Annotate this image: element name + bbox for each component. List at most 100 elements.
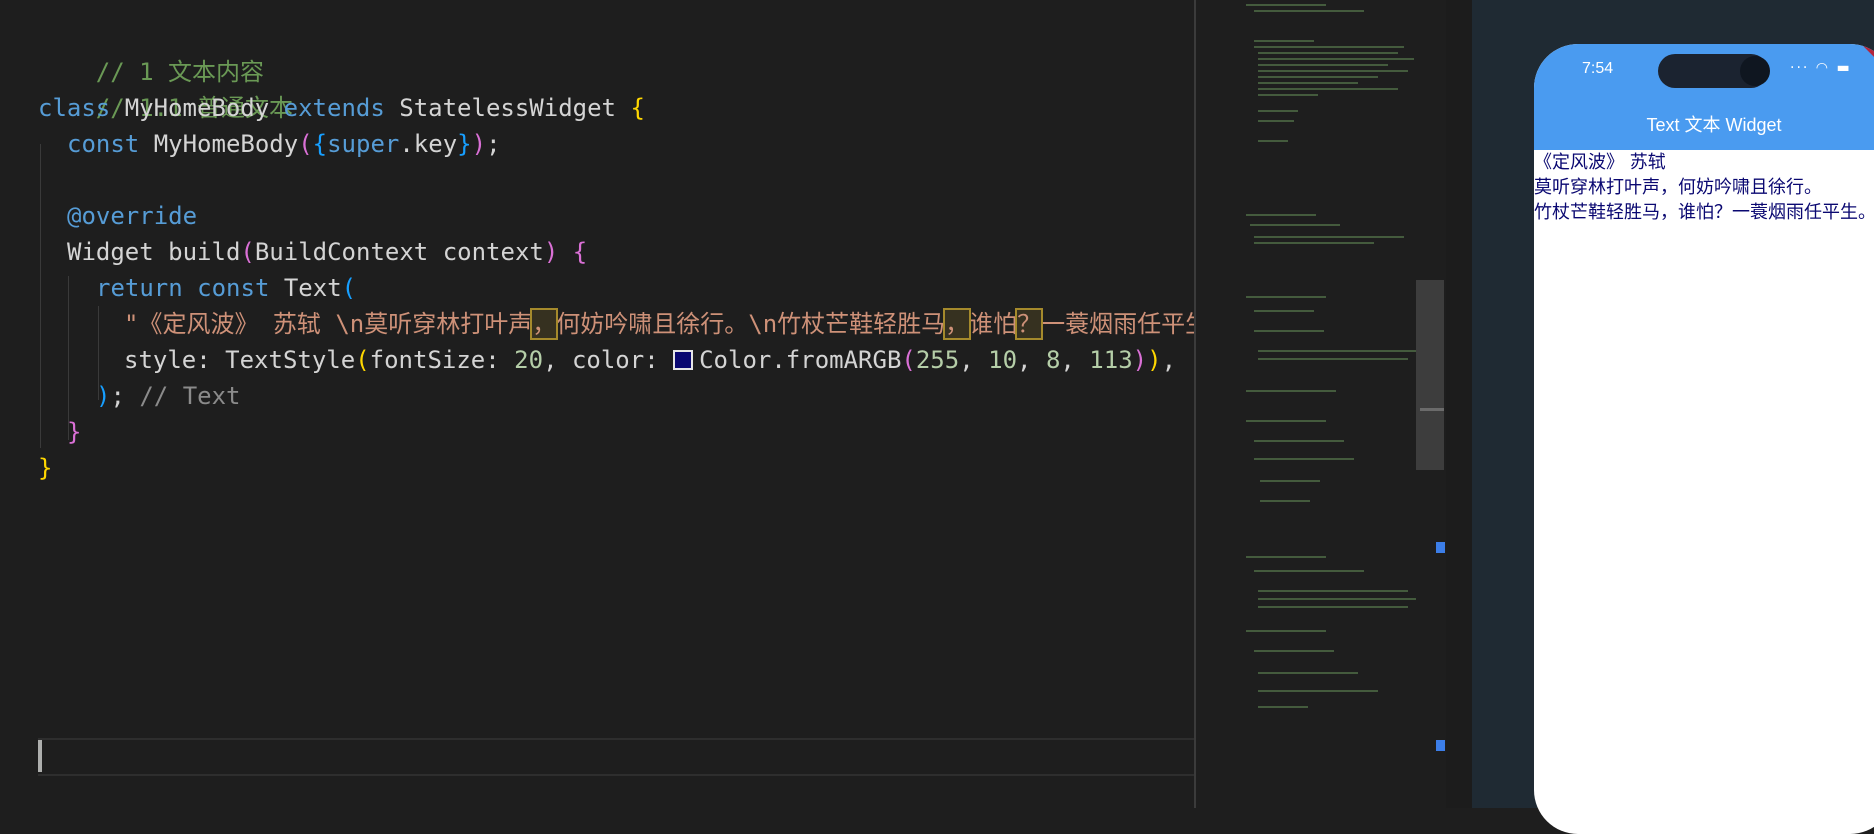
bracket: ( — [355, 346, 370, 374]
minimap-viewport-slider[interactable] — [1416, 280, 1444, 470]
minimap-line — [1246, 4, 1326, 6]
keyword: return — [96, 274, 183, 302]
minimap-line — [1254, 458, 1354, 460]
code-line-12[interactable]: } — [67, 414, 81, 450]
minimap-line — [1258, 690, 1378, 692]
color-swatch-icon[interactable] — [673, 350, 694, 370]
minimap-line — [1258, 110, 1298, 112]
comma: , — [1017, 346, 1046, 374]
widget-name: Text — [269, 274, 342, 302]
minimap-line — [1246, 630, 1326, 632]
bracket: ( — [240, 238, 255, 266]
lint-warning-highlight[interactable]: ， — [530, 308, 559, 340]
code-line-8[interactable]: return const Text( — [96, 270, 356, 306]
bracket: } — [457, 130, 472, 158]
type-name: BuildContext — [254, 238, 429, 266]
comma: , — [959, 346, 989, 374]
number: 8 — [1045, 346, 1061, 374]
bracket: { — [312, 130, 328, 158]
minimap-line — [1258, 140, 1288, 142]
bracket: { — [630, 94, 645, 122]
comma: , — [1060, 346, 1090, 374]
named-arg: , color: — [543, 346, 674, 374]
minimap-line — [1258, 70, 1408, 72]
base-class: StatelessWidget — [384, 94, 631, 122]
number: 20 — [514, 346, 544, 374]
minimap-line — [1258, 590, 1408, 592]
keyword: super — [327, 130, 400, 158]
string-literal: "《定风波》 苏轼 \n莫听穿林打叶声 — [124, 310, 533, 338]
type-name: Widget — [67, 238, 154, 266]
minimap-line — [1258, 706, 1308, 708]
app-bar: 7:54 ··· ◠ ▬ Text 文本 Widget DEBUG — [1534, 44, 1874, 150]
number: 113 — [1089, 346, 1133, 374]
bracket: ) — [96, 382, 111, 410]
minimap-line — [1254, 440, 1344, 442]
minimap-line — [1254, 650, 1334, 652]
semicolon: ; — [110, 382, 125, 410]
code-line-4[interactable]: const MyHomeBody({super.key}); — [67, 126, 501, 162]
minimap-line — [1258, 58, 1414, 60]
comma: , — [1161, 346, 1177, 374]
minimap-line — [1258, 64, 1388, 66]
code-line-11[interactable]: ); // Text — [96, 378, 241, 414]
bracket: ) — [1132, 346, 1148, 374]
pane-divider[interactable] — [1446, 0, 1472, 808]
number: 10 — [988, 346, 1018, 374]
lint-warning-highlight[interactable]: ， — [943, 308, 972, 340]
minimap-line — [1258, 82, 1358, 84]
type-name: TextStyle — [225, 346, 356, 374]
minimap-line — [1246, 214, 1316, 216]
minimap-line — [1254, 310, 1314, 312]
code-line-7[interactable]: Widget build(BuildContext context) { — [67, 234, 587, 270]
minimap-line — [1258, 350, 1416, 352]
class-name: MyHomeBody — [110, 94, 284, 122]
minimap-line — [1258, 358, 1408, 360]
code-line-10[interactable]: style: TextStyle(fontSize: 20, color: Co… — [124, 342, 1176, 378]
indent-guide — [40, 144, 41, 448]
signal-wifi-battery-icon: ··· ◠ ▬ — [1790, 60, 1852, 76]
lint-warning-highlight[interactable]: ？ — [1015, 308, 1044, 340]
minimap-line — [1258, 52, 1398, 54]
minimap-line — [1246, 420, 1326, 422]
bracket: ) — [471, 130, 487, 158]
minimap[interactable] — [1236, 0, 1416, 808]
minimap-line — [1254, 46, 1404, 48]
minimap-line — [1258, 88, 1398, 90]
code-line-1[interactable]: // 1 文本内容 — [38, 18, 264, 86]
code-line-9[interactable]: "《定风波》 苏轼 \n莫听穿林打叶声，何妨吟啸且徐行。\n竹杖芒鞋轻胜马，谁怕… — [124, 306, 1196, 342]
constructor-name: MyHomeBody — [139, 130, 299, 158]
color-constructor: Color.fromARGB — [699, 346, 902, 374]
code-line-6[interactable]: @override — [67, 198, 197, 234]
string-literal: 一蓑烟雨任平生。 — [1041, 310, 1196, 338]
minimap-line — [1254, 330, 1324, 332]
minimap-line — [1258, 598, 1416, 600]
minimap-line — [1246, 296, 1326, 298]
overview-ruler-marker — [1436, 740, 1445, 751]
bracket: ) — [543, 238, 559, 266]
editor-ruler — [1194, 0, 1196, 808]
named-arg: fontSize: — [369, 346, 515, 374]
code-line-13[interactable]: } — [38, 450, 52, 486]
closing-label-hint: // Text — [124, 382, 241, 410]
minimap-line — [1260, 480, 1320, 482]
status-time: 7:54 — [1582, 60, 1614, 77]
string-literal: 何妨吟啸且徐行。\n竹杖芒鞋轻胜马 — [556, 310, 946, 338]
minimap-line — [1258, 606, 1408, 608]
minimap-line — [1254, 40, 1314, 42]
parameter: context — [428, 238, 544, 266]
minimap-line — [1254, 10, 1364, 12]
camera-icon — [1740, 56, 1770, 86]
minimap-line — [1254, 242, 1374, 244]
minimap-line — [1246, 390, 1336, 392]
code-editor[interactable]: // 1 文本内容 // 1.1 普通文本 class MyHomeBody e… — [0, 0, 1196, 808]
code-line-2[interactable]: // 1.1 普通文本 — [38, 54, 293, 122]
poem-text: 《定风波》 苏轼 莫听穿林打叶声，何妨吟啸且徐行。 竹杖芒鞋轻胜马，谁怕？一蓑烟… — [1534, 152, 1874, 223]
string-literal: 谁怕 — [969, 310, 1018, 338]
code-line-3[interactable]: class MyHomeBody extends StatelessWidget… — [38, 90, 645, 126]
debug-banner: DEBUG — [1859, 44, 1874, 86]
keyword: const — [182, 274, 270, 302]
phone-simulator[interactable]: 7:54 ··· ◠ ▬ Text 文本 Widget DEBUG 《定风波》 … — [1534, 44, 1874, 834]
text-cursor — [38, 740, 42, 772]
minimap-line — [1258, 94, 1318, 96]
